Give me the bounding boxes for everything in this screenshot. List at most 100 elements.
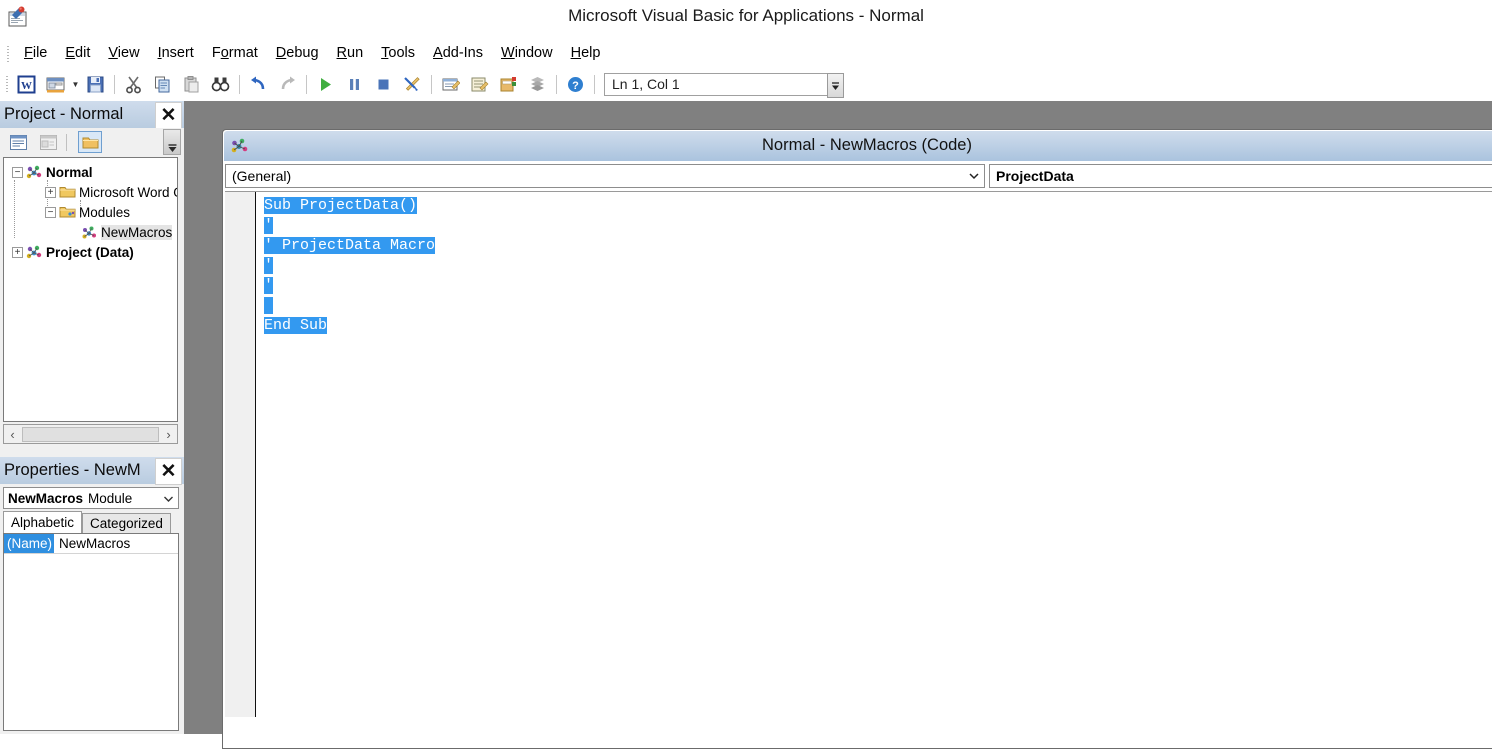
code-line-text: Sub ProjectData() bbox=[264, 197, 418, 214]
menu-tools[interactable]: Tools bbox=[372, 43, 424, 63]
vba-project-icon bbox=[26, 165, 43, 180]
code-editor-area[interactable]: Sub ProjectData() ' ' ProjectData Macro … bbox=[225, 191, 1492, 717]
toolbar-overflow-button[interactable] bbox=[827, 72, 844, 98]
tree-item-newmacros[interactable]: NewMacros bbox=[8, 222, 177, 242]
property-value-cell[interactable]: NewMacros bbox=[54, 536, 130, 551]
code-line[interactable] bbox=[256, 296, 1492, 316]
code-line[interactable]: Sub ProjectData() bbox=[256, 196, 1492, 216]
project-explorer-button[interactable] bbox=[437, 71, 464, 98]
code-line[interactable]: ' bbox=[256, 216, 1492, 236]
toggle-folders-button[interactable] bbox=[78, 131, 102, 153]
toolbox-button[interactable] bbox=[524, 71, 551, 98]
title-bar: Microsoft Visual Basic for Applications … bbox=[0, 0, 1492, 38]
procedure-dropdown-value: ProjectData bbox=[996, 168, 1074, 184]
code-text-area[interactable]: Sub ProjectData() ' ' ProjectData Macro … bbox=[256, 192, 1492, 717]
scroll-right-icon[interactable]: › bbox=[160, 425, 177, 443]
mdi-client-area: Normal - NewMacros (Code) (General) Proj… bbox=[184, 101, 1492, 749]
window-title: Microsoft Visual Basic for Applications … bbox=[568, 6, 924, 25]
run-button[interactable] bbox=[312, 71, 339, 98]
code-window-title: Normal - NewMacros (Code) bbox=[762, 136, 972, 154]
tree-item-label: Project (Data) bbox=[46, 244, 134, 260]
collapse-icon[interactable]: − bbox=[45, 206, 56, 218]
project-toolbar-separator bbox=[66, 133, 67, 151]
insert-userform-button[interactable] bbox=[42, 71, 69, 98]
properties-grid[interactable]: (Name) NewMacros bbox=[3, 533, 179, 731]
tree-item-label: Modules bbox=[79, 204, 131, 220]
view-word-button[interactable]: W bbox=[13, 71, 40, 98]
toolbar-separator bbox=[594, 74, 595, 94]
tree-item-modules[interactable]: − Modules bbox=[8, 202, 177, 222]
reset-button[interactable] bbox=[370, 71, 397, 98]
menu-format[interactable]: Format bbox=[203, 43, 267, 63]
break-button[interactable] bbox=[341, 71, 368, 98]
code-line[interactable]: ' bbox=[256, 256, 1492, 276]
cut-button[interactable] bbox=[120, 71, 147, 98]
menu-window[interactable]: Window bbox=[492, 43, 562, 63]
code-margin-indicator-bar[interactable] bbox=[225, 192, 256, 717]
scrollbar-thumb[interactable] bbox=[22, 426, 159, 442]
toolbar-separator bbox=[431, 74, 432, 94]
menu-bar: File Edit View Insert Format Debug Run T… bbox=[0, 39, 1492, 66]
properties-window-button[interactable] bbox=[466, 71, 493, 98]
menu-edit[interactable]: Edit bbox=[56, 43, 99, 63]
tab-alphabetic[interactable]: Alphabetic bbox=[3, 511, 83, 533]
properties-object-dropdown[interactable]: NewMacros Module bbox=[3, 487, 179, 509]
project-tree-hscrollbar[interactable]: ‹ › bbox=[3, 424, 178, 444]
tree-item-normal[interactable]: − Normal bbox=[8, 162, 177, 182]
view-code-button[interactable] bbox=[6, 131, 30, 153]
vba-application-window: Microsoft Visual Basic for Applications … bbox=[0, 0, 1492, 749]
redo-button[interactable] bbox=[274, 71, 301, 98]
project-toolbar-overflow-button[interactable] bbox=[163, 129, 181, 155]
menu-help[interactable]: Help bbox=[562, 43, 610, 63]
menu-add-ins[interactable]: Add-Ins bbox=[424, 43, 492, 63]
project-tree[interactable]: − Normal + Microsoft Word Ol − Modules N… bbox=[3, 157, 178, 422]
menubar-grip[interactable] bbox=[3, 43, 13, 62]
properties-tabs: Alphabetic Categorized bbox=[3, 511, 179, 533]
expand-icon[interactable]: + bbox=[45, 186, 56, 198]
code-line[interactable]: End Sub bbox=[256, 316, 1492, 336]
object-dropdown[interactable]: (General) bbox=[225, 164, 985, 188]
tree-item-project-data[interactable]: + Project (Data) bbox=[8, 242, 177, 262]
menu-insert[interactable]: Insert bbox=[149, 43, 203, 63]
save-button[interactable] bbox=[82, 71, 109, 98]
close-icon[interactable]: ✕ bbox=[155, 458, 182, 485]
undo-button[interactable] bbox=[245, 71, 272, 98]
tree-item-microsoft-word-objects[interactable]: + Microsoft Word Ol bbox=[8, 182, 177, 202]
collapse-icon[interactable]: − bbox=[12, 166, 23, 178]
tree-item-label: Microsoft Word Ol bbox=[79, 184, 178, 200]
left-dock-area: Project - Normal ✕ − Normal + Microsoft … bbox=[0, 101, 184, 734]
help-button[interactable]: ? bbox=[562, 71, 589, 98]
menu-debug[interactable]: Debug bbox=[267, 43, 328, 63]
copy-button[interactable] bbox=[149, 71, 176, 98]
scroll-left-icon[interactable]: ‹ bbox=[4, 425, 21, 443]
properties-object-name: NewMacros bbox=[8, 490, 84, 506]
project-explorer-caption[interactable]: Project - Normal ✕ bbox=[0, 101, 184, 129]
properties-window-caption[interactable]: Properties - NewM ✕ bbox=[0, 457, 184, 485]
close-icon[interactable]: ✕ bbox=[155, 102, 182, 129]
menu-run[interactable]: Run bbox=[328, 43, 373, 63]
find-button[interactable] bbox=[207, 71, 234, 98]
code-line[interactable]: ' bbox=[256, 276, 1492, 296]
project-explorer-toolbar bbox=[0, 128, 184, 156]
view-object-button[interactable] bbox=[36, 131, 60, 153]
code-line[interactable]: ' ProjectData Macro bbox=[256, 236, 1492, 256]
folder-closed-icon bbox=[59, 185, 76, 200]
expand-icon[interactable]: + bbox=[12, 246, 23, 258]
menu-file[interactable]: File bbox=[15, 43, 56, 63]
procedure-dropdown[interactable]: ProjectData bbox=[989, 164, 1492, 188]
object-browser-button[interactable] bbox=[495, 71, 522, 98]
chevron-down-icon[interactable] bbox=[965, 166, 983, 186]
tree-item-label: Normal bbox=[46, 164, 93, 180]
paste-button[interactable] bbox=[178, 71, 205, 98]
svg-text:W: W bbox=[21, 80, 32, 92]
tab-categorized[interactable]: Categorized bbox=[82, 513, 171, 533]
toolbar-separator bbox=[239, 74, 240, 94]
svg-text:?: ? bbox=[572, 80, 579, 92]
code-window-caption[interactable]: Normal - NewMacros (Code) bbox=[224, 131, 1492, 161]
design-mode-button[interactable] bbox=[399, 71, 426, 98]
chevron-down-icon[interactable]: ▼ bbox=[70, 72, 81, 97]
toolbar-grip[interactable] bbox=[3, 74, 12, 94]
properties-row[interactable]: (Name) NewMacros bbox=[4, 534, 178, 554]
chevron-down-icon[interactable] bbox=[160, 491, 176, 506]
menu-view[interactable]: View bbox=[99, 43, 148, 63]
